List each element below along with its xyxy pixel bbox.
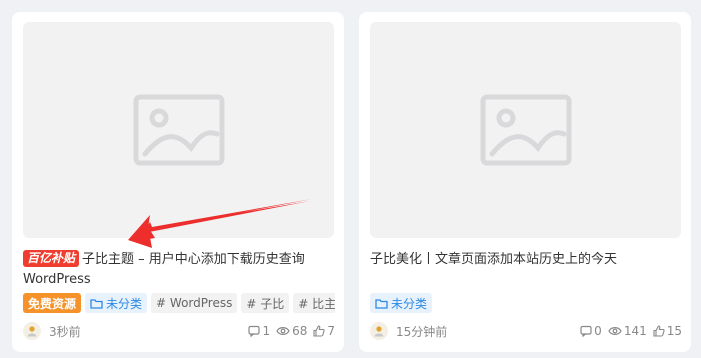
post-time: 15分钟前 xyxy=(396,324,448,339)
tag-bizhu[interactable]: # 比主 xyxy=(293,293,335,313)
like-count[interactable]: 15 xyxy=(653,324,682,338)
eye-icon xyxy=(276,327,290,335)
view-count: 68 xyxy=(276,324,307,338)
folder-icon xyxy=(375,298,388,309)
avatar-icon xyxy=(374,326,384,337)
tag-wordpress[interactable]: # WordPress xyxy=(151,293,238,313)
avatar[interactable] xyxy=(23,322,41,340)
post-meta: 15分钟前 0 141 15 xyxy=(370,321,682,341)
category-tag[interactable]: 未分类 xyxy=(370,293,433,313)
post-card[interactable]: 子比美化丨文章页面添加本站历史上的今天 未分类 15分钟前 0 141 15 xyxy=(359,12,691,352)
avatar-icon xyxy=(27,326,37,337)
category-label: 未分类 xyxy=(391,296,428,311)
post-title[interactable]: 百亿补贴 子比主题 – 用户中心添加下载历史查询WordPress xyxy=(23,250,335,290)
tag-zibi[interactable]: # 子比 xyxy=(241,293,290,313)
category-label: 未分类 xyxy=(106,296,143,311)
post-meta: 3秒前 1 68 7 xyxy=(23,321,335,341)
thumbs-up-icon xyxy=(313,325,325,337)
post-time: 3秒前 xyxy=(49,324,81,339)
comment-icon xyxy=(580,325,592,337)
post-stats: 1 68 7 xyxy=(248,324,335,338)
thumbs-up-icon xyxy=(653,325,665,337)
folder-icon xyxy=(90,298,103,309)
view-count: 141 xyxy=(608,324,647,338)
free-resource-badge[interactable]: 免费资源 xyxy=(23,293,82,313)
thumbnail[interactable] xyxy=(370,22,681,238)
post-stats: 0 141 15 xyxy=(580,324,682,338)
like-count[interactable]: 7 xyxy=(313,324,335,338)
post-title[interactable]: 子比美化丨文章页面添加本站历史上的今天 xyxy=(370,250,682,270)
comment-count[interactable]: 0 xyxy=(580,324,602,338)
avatar[interactable] xyxy=(370,322,388,340)
image-placeholder-icon xyxy=(480,94,571,166)
brand-badge: 百亿补贴 xyxy=(23,250,80,267)
comment-icon xyxy=(248,325,261,337)
thumbnail[interactable] xyxy=(23,22,334,238)
eye-icon xyxy=(608,327,622,335)
post-card[interactable]: 百亿补贴 子比主题 – 用户中心添加下载历史查询WordPress 免费资源 未分类… xyxy=(12,12,344,352)
post-title-text[interactable]: 子比美化丨文章页面添加本站历史上的今天 xyxy=(370,252,617,267)
comment-count[interactable]: 1 xyxy=(248,324,270,338)
category-tag[interactable]: 未分类 xyxy=(85,293,148,313)
tag-list: 免费资源 未分类 # WordPress # 子比 # 比主 xyxy=(23,293,335,315)
image-placeholder-icon xyxy=(133,94,224,166)
tag-list: 未分类 xyxy=(370,293,682,315)
